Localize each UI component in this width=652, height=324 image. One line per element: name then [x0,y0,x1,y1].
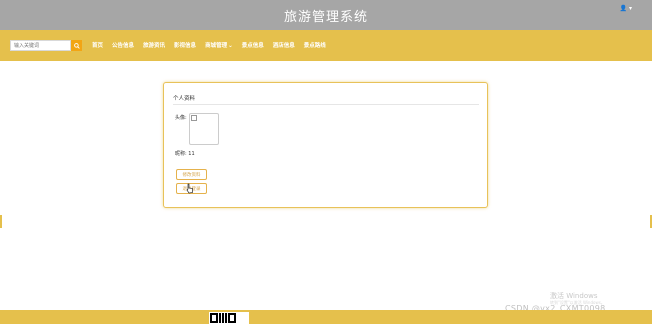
qr-finder-left [210,313,218,323]
footer-bar [0,310,652,324]
qr-code-icon [209,312,249,324]
avatar-label: 头像: [175,115,187,121]
profile-card: 个人资料 头像: 昵称: 11 修改资料 退出登录 [163,82,488,208]
hand-cursor-icon [186,183,193,194]
broken-image-icon [191,115,197,121]
user-menu[interactable]: 👤 ▾ [620,5,632,12]
nav-routes[interactable]: 景点路线 [304,41,326,49]
avatar[interactable] [189,113,219,145]
search-button[interactable] [71,40,82,51]
divider [173,104,479,105]
search-input[interactable] [10,40,71,51]
nickname-row: 昵称: 11 [175,150,195,157]
qr-finder-right [228,313,236,323]
nav-travel-news[interactable]: 旅游资讯 [143,41,165,49]
search-box [10,40,82,51]
qr-pattern [219,313,227,323]
nav-home[interactable]: 首页 [92,41,103,49]
nav-hotels[interactable]: 酒店信息 [273,41,295,49]
nav-announcements[interactable]: 公告信息 [112,41,134,49]
update-profile-button[interactable]: 修改资料 [176,169,207,180]
top-header: 旅游管理系统 👤 ▾ [0,0,652,30]
nickname-label: 昵称: [175,151,187,157]
navigation-bar: 首页 公告信息 旅游资讯 影视信息 商城管理⌄ 景点信息 酒店信息 景点路线 [0,30,652,61]
site-title: 旅游管理系统 [283,10,368,25]
nickname-value: 11 [188,151,195,157]
nav-shop-management[interactable]: 商城管理⌄ [205,41,233,49]
main-menu: 首页 公告信息 旅游资讯 影视信息 商城管理⌄ 景点信息 酒店信息 景点路线 [92,41,326,49]
nav-film-info[interactable]: 影视信息 [174,41,196,49]
nav-scenic-spots[interactable]: 景点信息 [242,41,264,49]
profile-title: 个人资料 [173,96,196,102]
nav-shop-label: 商城管理 [205,43,228,49]
search-icon [73,42,80,49]
chevron-down-icon: ⌄ [228,43,233,49]
